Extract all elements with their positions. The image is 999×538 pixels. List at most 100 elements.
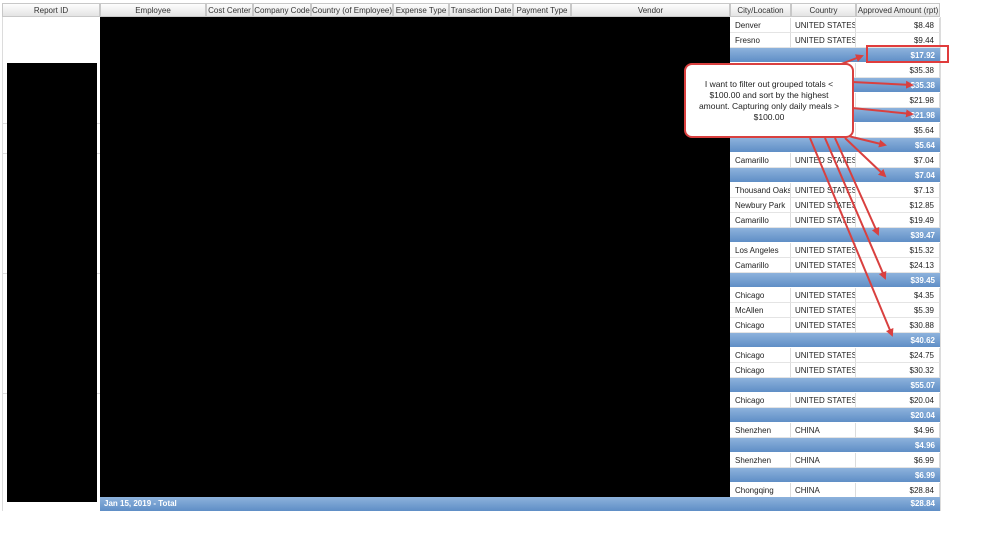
amount-cell: $7.04 bbox=[856, 153, 940, 168]
amount-cell: $35.38 bbox=[856, 63, 940, 78]
city-cell: Camarillo bbox=[730, 213, 791, 228]
table-row: Chicago UNITED STATES $20.04 bbox=[730, 393, 940, 408]
redacted-employee-details bbox=[100, 17, 730, 497]
country-cell: UNITED STATES bbox=[791, 363, 856, 378]
group-total-country-cell bbox=[791, 438, 856, 453]
group-total-city-cell bbox=[730, 168, 791, 183]
group-total-row: $20.04 bbox=[730, 408, 940, 423]
amount-cell: $30.88 bbox=[856, 318, 940, 333]
group-total-country-cell bbox=[791, 273, 856, 288]
annotation-callout: I want to filter out grouped totals < $1… bbox=[684, 63, 854, 138]
group-total-row: $5.64 bbox=[730, 138, 940, 153]
column-divider bbox=[940, 17, 941, 511]
city-cell: Denver bbox=[730, 18, 791, 33]
city-cell: McAllen bbox=[730, 303, 791, 318]
col-header-approved-amount[interactable]: Approved Amount (rpt) bbox=[856, 3, 940, 17]
group-total-row: $4.96 bbox=[730, 438, 940, 453]
country-cell: UNITED STATES bbox=[791, 153, 856, 168]
redacted-report-ids bbox=[7, 63, 97, 502]
city-cell: Camarillo bbox=[730, 153, 791, 168]
group-total-amount-cell: $6.99 bbox=[856, 468, 940, 483]
group-total-country-cell bbox=[791, 138, 856, 153]
col-header-country-of-employee[interactable]: Country (of Employee) bbox=[311, 3, 393, 17]
country-cell: UNITED STATES bbox=[791, 393, 856, 408]
group-total-city-cell bbox=[730, 378, 791, 393]
amount-cell: $21.98 bbox=[856, 93, 940, 108]
city-cell: Thousand Oaks bbox=[730, 183, 791, 198]
group-total-city-cell bbox=[730, 438, 791, 453]
amount-cell: $24.13 bbox=[856, 258, 940, 273]
country-cell: UNITED STATES bbox=[791, 183, 856, 198]
amount-cell: $4.96 bbox=[856, 423, 940, 438]
group-total-country-cell bbox=[791, 408, 856, 423]
city-cell: Newbury Park bbox=[730, 198, 791, 213]
country-cell: CHINA bbox=[791, 453, 856, 468]
country-cell: UNITED STATES bbox=[791, 33, 856, 48]
group-total-amount-cell: $20.04 bbox=[856, 408, 940, 423]
country-cell: UNITED STATES bbox=[791, 303, 856, 318]
amount-cell: $6.99 bbox=[856, 453, 940, 468]
amount-cell: $4.35 bbox=[856, 288, 940, 303]
country-cell: CHINA bbox=[791, 483, 856, 498]
amount-cell: $15.32 bbox=[856, 243, 940, 258]
country-cell: UNITED STATES bbox=[791, 198, 856, 213]
amount-cell: $7.13 bbox=[856, 183, 940, 198]
col-header-transaction-date[interactable]: Transaction Date bbox=[449, 3, 513, 17]
col-header-country[interactable]: Country bbox=[791, 3, 856, 17]
col-header-employee[interactable]: Employee bbox=[100, 3, 206, 17]
group-total-city-cell bbox=[730, 468, 791, 483]
group-total-row: $55.07 bbox=[730, 378, 940, 393]
country-cell: UNITED STATES bbox=[791, 258, 856, 273]
amount-cell: $24.75 bbox=[856, 348, 940, 363]
country-cell: UNITED STATES bbox=[791, 318, 856, 333]
group-total-country-cell bbox=[791, 48, 856, 63]
grand-total-row: Jan 15, 2019 - Total $28.84 bbox=[100, 497, 940, 511]
amount-cell: $28.84 bbox=[856, 483, 940, 498]
column-divider bbox=[2, 17, 3, 511]
group-total-country-cell bbox=[791, 333, 856, 348]
country-cell: UNITED STATES bbox=[791, 348, 856, 363]
group-total-amount-cell: $39.47 bbox=[856, 228, 940, 243]
col-header-report-id[interactable]: Report ID bbox=[2, 3, 100, 17]
country-cell: UNITED STATES bbox=[791, 288, 856, 303]
col-header-city-location[interactable]: City/Location bbox=[730, 3, 791, 17]
col-header-expense-type[interactable]: Expense Type bbox=[393, 3, 449, 17]
col-header-company-code[interactable]: Company Code bbox=[253, 3, 311, 17]
table-row: Chicago UNITED STATES $24.75 bbox=[730, 348, 940, 363]
group-total-city-cell bbox=[730, 48, 791, 63]
grand-total-label: Jan 15, 2019 - Total bbox=[104, 499, 177, 508]
group-total-row: $39.47 bbox=[730, 228, 940, 243]
table-row: Camarillo UNITED STATES $19.49 bbox=[730, 213, 940, 228]
group-total-amount-cell: $4.96 bbox=[856, 438, 940, 453]
group-total-amount-cell: $7.04 bbox=[856, 168, 940, 183]
group-total-amount-cell: $5.64 bbox=[856, 138, 940, 153]
group-total-city-cell bbox=[730, 408, 791, 423]
group-total-city-cell bbox=[730, 228, 791, 243]
table-row: Chongqing CHINA $28.84 bbox=[730, 483, 940, 498]
col-header-vendor[interactable]: Vendor bbox=[571, 3, 730, 17]
group-total-country-cell bbox=[791, 228, 856, 243]
grand-total-amount: $28.84 bbox=[910, 499, 935, 508]
group-total-country-cell bbox=[791, 168, 856, 183]
country-cell: UNITED STATES bbox=[791, 243, 856, 258]
col-header-cost-center[interactable]: Cost Center bbox=[206, 3, 253, 17]
group-total-city-cell bbox=[730, 333, 791, 348]
col-header-payment-type[interactable]: Payment Type bbox=[513, 3, 571, 17]
amount-cell: $5.64 bbox=[856, 123, 940, 138]
group-total-amount-cell: $35.38 bbox=[856, 78, 940, 93]
table-row: Camarillo UNITED STATES $24.13 bbox=[730, 258, 940, 273]
amount-cell: $5.39 bbox=[856, 303, 940, 318]
group-total-row: $7.04 bbox=[730, 168, 940, 183]
table-row: Thousand Oaks UNITED STATES $7.13 bbox=[730, 183, 940, 198]
city-cell: Chongqing bbox=[730, 483, 791, 498]
group-total-city-cell bbox=[730, 273, 791, 288]
country-cell: UNITED STATES bbox=[791, 213, 856, 228]
city-cell: Chicago bbox=[730, 288, 791, 303]
table-row: Chicago UNITED STATES $30.88 bbox=[730, 318, 940, 333]
group-total-amount-cell: $21.98 bbox=[856, 108, 940, 123]
table-row: Camarillo UNITED STATES $7.04 bbox=[730, 153, 940, 168]
city-cell: Los Angeles bbox=[730, 243, 791, 258]
amount-cell: $12.85 bbox=[856, 198, 940, 213]
group-total-amount-cell: $39.45 bbox=[856, 273, 940, 288]
city-cell: Chicago bbox=[730, 348, 791, 363]
